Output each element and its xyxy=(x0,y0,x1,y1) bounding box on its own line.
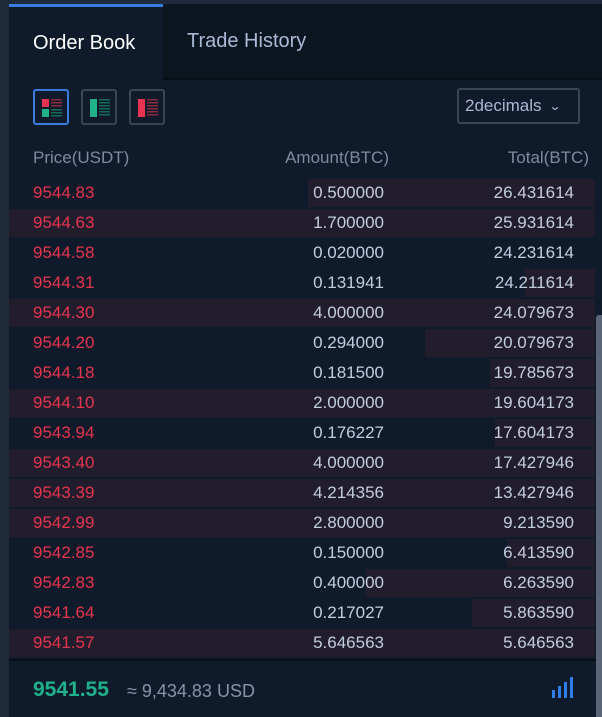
ask-row[interactable]: 9541.64 0.217027 5.863590 xyxy=(9,597,602,627)
order-book-both-icon xyxy=(42,99,62,117)
ask-row[interactable]: 9543.40 4.000000 17.427946 xyxy=(9,447,602,477)
ask-row[interactable]: 9544.18 0.181500 19.785673 xyxy=(9,357,602,387)
ask-price: 9544.18 xyxy=(33,363,95,382)
header-total: Total(BTC) xyxy=(507,148,589,167)
ask-total: 20.079673 xyxy=(493,333,574,352)
order-book-asks-icon xyxy=(138,99,158,117)
ask-row[interactable]: 9544.20 0.294000 20.079673 xyxy=(9,327,602,357)
ask-rows: 9544.83 0.500000 26.431614 9544.63 1.700000 2… xyxy=(9,177,602,657)
ask-total: 5.646563 xyxy=(503,633,574,652)
decimals-value: 2decimals xyxy=(465,96,542,115)
header-price: Price(USDT) xyxy=(33,148,130,167)
ask-amount: 1.700000 xyxy=(313,213,384,232)
ask-total: 17.427946 xyxy=(493,453,574,472)
ask-amount: 4.214356 xyxy=(313,483,384,502)
ask-price: 9542.85 xyxy=(33,543,95,562)
ask-price: 9542.83 xyxy=(33,573,95,592)
ask-total: 13.427946 xyxy=(493,483,574,502)
ask-total: 24.211614 xyxy=(494,273,574,292)
ask-row[interactable]: 9543.94 0.176227 17.604173 xyxy=(9,417,602,447)
decimals-dropdown[interactable]: 2decimals ⌄ xyxy=(457,88,580,124)
ask-price: 9544.83 xyxy=(33,183,95,202)
ask-amount: 0.500000 xyxy=(313,183,384,202)
ask-row[interactable]: 9544.31 0.131941 24.211614 xyxy=(9,267,602,297)
ask-amount: 2.800000 xyxy=(313,513,384,532)
ask-total: 24.231614 xyxy=(493,243,574,262)
ask-price: 9543.94 xyxy=(33,423,95,442)
ask-amount: 0.294000 xyxy=(313,333,384,352)
ask-price: 9541.57 xyxy=(33,633,95,652)
ask-price: 9544.10 xyxy=(33,393,95,412)
scrollbar[interactable] xyxy=(596,315,602,717)
tab-trade-history[interactable]: Trade History xyxy=(163,4,363,79)
ask-total: 9.213590 xyxy=(503,513,574,532)
ask-amount: 0.020000 xyxy=(313,243,384,262)
header-amount: Amount(BTC) xyxy=(285,148,389,167)
ask-row[interactable]: 9544.10 2.000000 19.604173 xyxy=(9,387,602,417)
ask-total: 5.863590 xyxy=(503,603,574,622)
ask-price: 9544.31 xyxy=(33,273,95,292)
ask-total: 6.413590 xyxy=(503,543,574,562)
ask-amount: 5.646563 xyxy=(313,633,384,652)
ask-row[interactable]: 9544.63 1.700000 25.931614 xyxy=(9,207,602,237)
ask-total: 19.604173 xyxy=(493,393,574,412)
ask-amount: 0.400000 xyxy=(313,573,384,592)
ask-row[interactable]: 9544.58 0.020000 24.231614 xyxy=(9,237,602,267)
ask-total: 24.079673 xyxy=(493,303,574,322)
ask-total: 25.931614 xyxy=(493,213,574,232)
ask-price: 9542.99 xyxy=(33,513,95,532)
tab-order-book[interactable]: Order Book xyxy=(9,4,163,79)
last-price: 9541.55 xyxy=(33,678,109,701)
ask-row[interactable]: 9544.83 0.500000 26.431614 xyxy=(9,177,602,207)
ask-price: 9543.40 xyxy=(33,453,95,472)
ask-price: 9544.63 xyxy=(33,213,95,232)
view-asks-only-button[interactable] xyxy=(129,89,165,125)
ask-price: 9541.64 xyxy=(33,603,95,622)
ask-price: 9543.39 xyxy=(33,483,95,502)
view-bids-only-button[interactable] xyxy=(81,89,117,125)
ask-total: 26.431614 xyxy=(493,183,574,202)
ask-row[interactable]: 9542.85 0.150000 6.413590 xyxy=(9,537,602,567)
signal-bars-icon[interactable] xyxy=(552,677,576,699)
ask-row[interactable]: 9544.30 4.000000 24.079673 xyxy=(9,297,602,327)
ask-row[interactable]: 9541.57 5.646563 5.646563 xyxy=(9,627,602,657)
ask-price: 9544.20 xyxy=(33,333,95,352)
ask-amount: 2.000000 xyxy=(313,393,384,412)
ask-amount: 4.000000 xyxy=(313,453,384,472)
ask-row[interactable]: 9542.83 0.400000 6.263590 xyxy=(9,567,602,597)
tab-divider xyxy=(163,78,602,80)
ask-total: 17.604173 xyxy=(493,423,574,442)
order-book-panel: Order Book Trade History 2decimals ⌄ Pri… xyxy=(9,4,602,717)
ask-amount: 4.000000 xyxy=(313,303,384,322)
chevron-down-icon: ⌄ xyxy=(548,99,562,113)
ask-amount: 0.181500 xyxy=(313,363,384,382)
footer-divider xyxy=(9,659,602,661)
ask-amount: 0.131941 xyxy=(313,273,384,292)
ask-amount: 0.217027 xyxy=(313,603,384,622)
ask-row[interactable]: 9543.39 4.214356 13.427946 xyxy=(9,477,602,507)
view-both-sides-button[interactable] xyxy=(33,89,69,125)
tab-bar: Order Book Trade History xyxy=(9,4,602,80)
ask-amount: 0.176227 xyxy=(313,423,384,442)
last-price-usd: ≈ 9,434.83 USD xyxy=(127,681,255,701)
ask-price: 9544.30 xyxy=(33,303,95,322)
ask-total: 19.785673 xyxy=(493,363,574,382)
order-book-bids-icon xyxy=(90,99,110,117)
ask-row[interactable]: 9542.99 2.800000 9.213590 xyxy=(9,507,602,537)
ask-amount: 0.150000 xyxy=(313,543,384,562)
ask-price: 9544.58 xyxy=(33,243,95,262)
ask-total: 6.263590 xyxy=(503,573,574,592)
